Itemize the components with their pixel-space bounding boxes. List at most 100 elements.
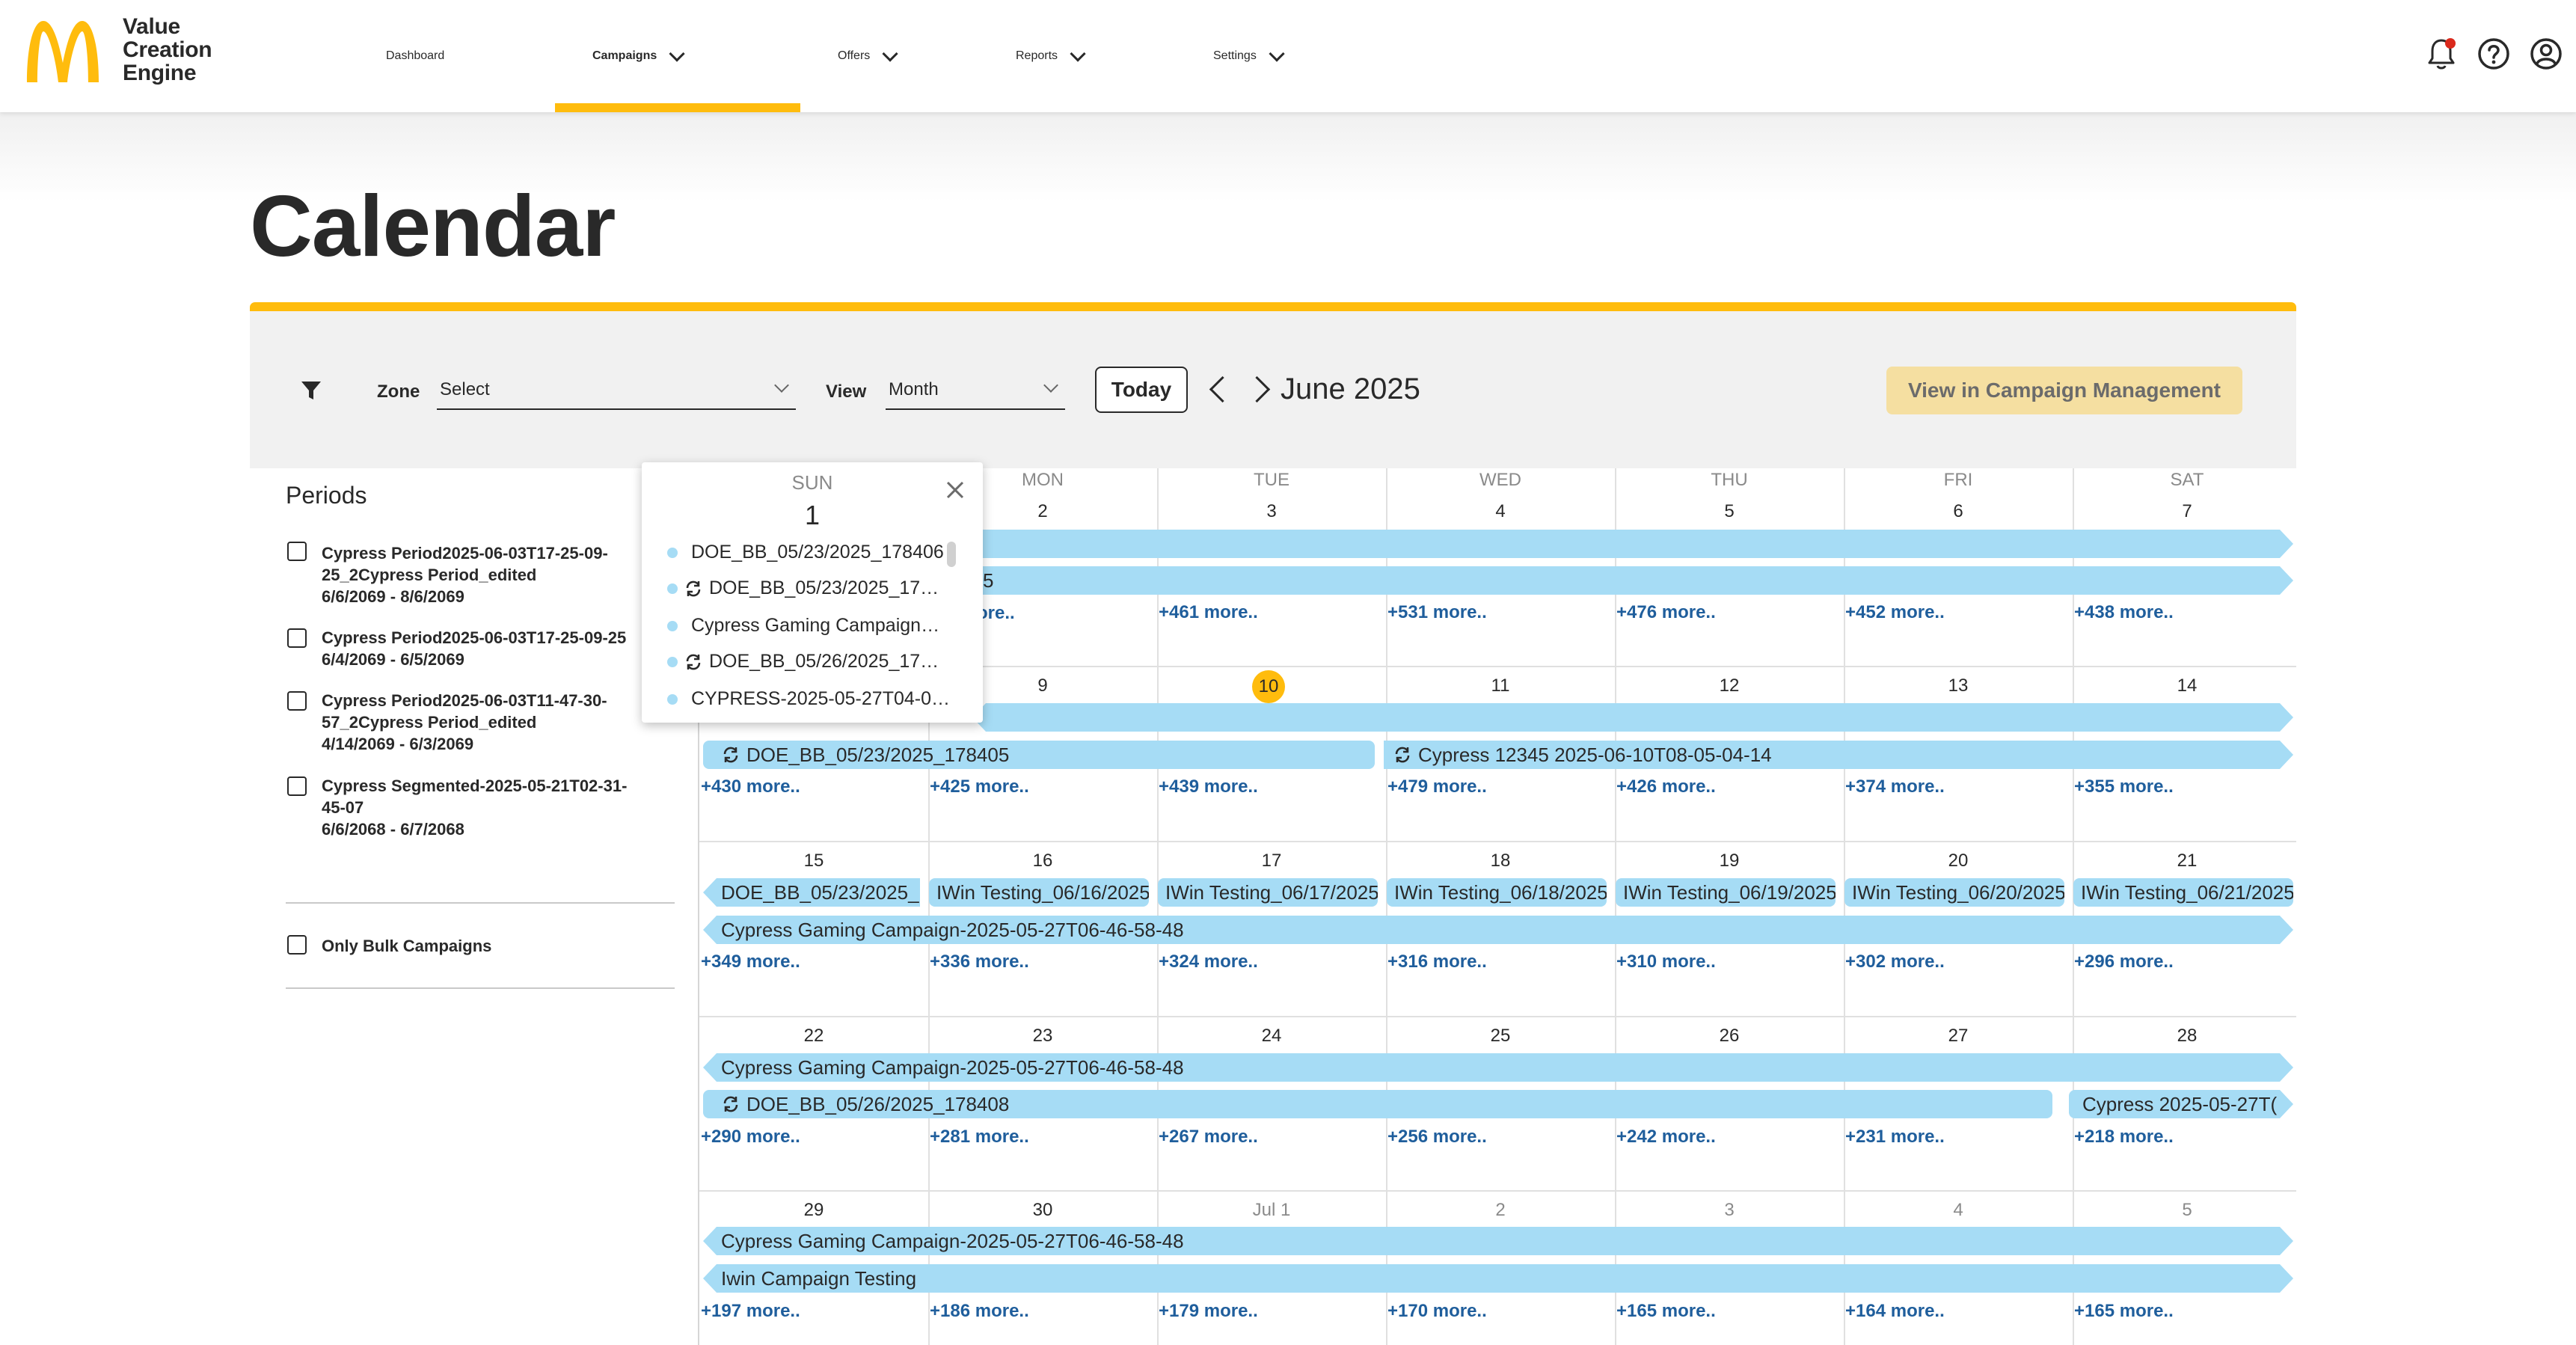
- day-number[interactable]: 4: [1386, 501, 1615, 522]
- more-events-link[interactable]: +179 more..: [1159, 1301, 1258, 1322]
- popup-event-item[interactable]: DOE_BB_05/23/2025_17…: [667, 577, 939, 599]
- more-events-link[interactable]: +164 more..: [1845, 1301, 1945, 1322]
- day-number[interactable]: 4: [1844, 1200, 2073, 1221]
- nav-campaigns[interactable]: Campaigns: [592, 0, 685, 112]
- event-bar[interactable]: IWin Testing_06/16/2025: [929, 878, 1149, 907]
- only-bulk-checkbox[interactable]: [287, 935, 307, 955]
- more-events-link[interactable]: +218 more..: [2074, 1127, 2174, 1148]
- day-number[interactable]: 13: [1844, 675, 2073, 696]
- day-number[interactable]: 20: [1844, 851, 2073, 871]
- day-number[interactable]: 22: [699, 1026, 928, 1047]
- day-number[interactable]: 7: [2073, 501, 2301, 522]
- popup-event-item[interactable]: DOE_BB_05/23/2025_178406: [667, 542, 944, 563]
- popup-event-item[interactable]: CYPRESS-2025-05-27T04-0…: [667, 688, 950, 710]
- day-number[interactable]: 2: [1386, 1200, 1615, 1221]
- today-button[interactable]: Today: [1095, 367, 1188, 413]
- nav-offers[interactable]: Offers: [838, 0, 898, 112]
- popup-event-item[interactable]: DOE_BB_05/26/2025_17…: [667, 651, 939, 672]
- bell-icon[interactable]: [2423, 36, 2459, 72]
- event-bar[interactable]: IWin Testing_06/18/2025: [1387, 878, 1607, 907]
- day-number[interactable]: 15: [699, 851, 928, 871]
- more-events-link[interactable]: +310 more..: [1616, 952, 1716, 972]
- day-number[interactable]: 3: [1157, 501, 1386, 522]
- event-bar[interactable]: DOE_BB_05/26/2025_178408: [703, 1090, 2052, 1118]
- day-number[interactable]: 5: [1615, 501, 1844, 522]
- more-events-link[interactable]: +452 more..: [1845, 602, 1945, 623]
- popup-event-item[interactable]: Cypress Gaming Campaign…: [667, 615, 939, 637]
- event-bar[interactable]: Cypress Gaming Campaign-2025-05-27T06-46…: [703, 916, 2293, 944]
- more-events-link[interactable]: +439 more..: [1159, 776, 1258, 797]
- more-events-link[interactable]: +281 more..: [930, 1127, 1029, 1148]
- nav-settings[interactable]: Settings: [1213, 0, 1285, 112]
- more-events-link[interactable]: +316 more..: [1387, 952, 1487, 972]
- more-events-link[interactable]: +186 more..: [930, 1301, 1029, 1322]
- day-number[interactable]: 30: [928, 1200, 1157, 1221]
- more-events-link[interactable]: +296 more..: [2074, 952, 2174, 972]
- day-number[interactable]: 11: [1386, 675, 1615, 696]
- more-events-link[interactable]: +267 more..: [1159, 1127, 1258, 1148]
- more-events-link[interactable]: +438 more..: [2074, 602, 2174, 623]
- user-account-icon[interactable]: [2528, 36, 2564, 72]
- event-bar[interactable]: Cypress 2025-05-27T(: [2069, 1090, 2293, 1118]
- view-select[interactable]: Month: [886, 371, 1065, 410]
- day-number[interactable]: 28: [2073, 1026, 2301, 1047]
- more-events-link[interactable]: +324 more..: [1159, 952, 1258, 972]
- more-events-link[interactable]: +302 more..: [1845, 952, 1945, 972]
- day-number[interactable]: 18: [1386, 851, 1615, 871]
- zone-select[interactable]: Select: [437, 371, 796, 410]
- filter-icon[interactable]: [299, 379, 323, 402]
- day-number[interactable]: 17: [1157, 851, 1386, 871]
- more-events-link[interactable]: +479 more..: [1387, 776, 1487, 797]
- more-events-link[interactable]: +531 more..: [1387, 602, 1487, 623]
- day-number[interactable]: 25: [1386, 1026, 1615, 1047]
- event-bar[interactable]: Cypress 12345 2025-06-10T08-05-04-14: [1384, 741, 2293, 769]
- day-number[interactable]: 23: [928, 1026, 1157, 1047]
- event-bar[interactable]: IWin Testing_06/21/2025: [2073, 878, 2293, 907]
- more-events-link[interactable]: +430 more..: [701, 776, 800, 797]
- day-number[interactable]: 6: [1844, 501, 2073, 522]
- help-icon[interactable]: [2476, 36, 2512, 72]
- event-bar[interactable]: IWin Testing_06/19/2025: [1616, 878, 1836, 907]
- more-events-link[interactable]: +336 more..: [930, 952, 1029, 972]
- more-events-link[interactable]: +349 more..: [701, 952, 800, 972]
- more-events-link[interactable]: +355 more..: [2074, 776, 2174, 797]
- nav-reports[interactable]: Reports: [1016, 0, 1086, 112]
- event-bar[interactable]: Iwin Campaign Testing: [703, 1264, 2293, 1293]
- popup-scrollbar[interactable]: [947, 542, 956, 567]
- more-events-link[interactable]: +231 more..: [1845, 1127, 1945, 1148]
- event-bar[interactable]: DOE_BB_05/23/2025_178405: [703, 741, 1375, 769]
- day-number[interactable]: 3: [1615, 1200, 1844, 1221]
- more-events-link[interactable]: +242 more..: [1616, 1127, 1716, 1148]
- more-events-link[interactable]: +426 more..: [1616, 776, 1716, 797]
- event-bar[interactable]: [972, 703, 2293, 732]
- mcdonalds-logo[interactable]: [24, 18, 102, 82]
- day-number[interactable]: Jul 1: [1157, 1200, 1386, 1221]
- period-checkbox[interactable]: [287, 628, 307, 648]
- period-checkbox[interactable]: [287, 542, 307, 561]
- more-events-link[interactable]: +374 more..: [1845, 776, 1945, 797]
- day-number[interactable]: 19: [1615, 851, 1844, 871]
- close-icon[interactable]: [944, 479, 966, 501]
- event-bar[interactable]: IWin Testing_06/17/2025: [1158, 878, 1378, 907]
- more-events-link[interactable]: +165 more..: [2074, 1301, 2174, 1322]
- day-number[interactable]: 16: [928, 851, 1157, 871]
- event-bar[interactable]: IWin Testing_06/20/2025: [1844, 878, 2064, 907]
- event-bar[interactable]: 5: [972, 566, 2293, 595]
- period-checkbox[interactable]: [287, 691, 307, 711]
- event-bar[interactable]: Cypress Gaming Campaign-2025-05-27T06-46…: [703, 1053, 2293, 1082]
- day-number[interactable]: 26: [1615, 1026, 1844, 1047]
- more-events-link[interactable]: +170 more..: [1387, 1301, 1487, 1322]
- nav-dashboard[interactable]: Dashboard: [386, 0, 444, 112]
- day-number[interactable]: 5: [2073, 1200, 2301, 1221]
- day-number[interactable]: 12: [1615, 675, 1844, 696]
- more-events-link[interactable]: +165 more..: [1616, 1301, 1716, 1322]
- today-day-number[interactable]: 10: [1252, 670, 1285, 703]
- event-bar[interactable]: Cypress Gaming Campaign-2025-05-27T06-46…: [703, 1227, 2293, 1255]
- event-bar[interactable]: DOE_BB_05/23/2025_1: [703, 878, 920, 907]
- more-events-link[interactable]: +197 more..: [701, 1301, 800, 1322]
- more-events-link[interactable]: +425 more..: [930, 776, 1029, 797]
- period-checkbox[interactable]: [287, 776, 307, 796]
- day-number[interactable]: 27: [1844, 1026, 2073, 1047]
- day-number[interactable]: 24: [1157, 1026, 1386, 1047]
- day-number[interactable]: 29: [699, 1200, 928, 1221]
